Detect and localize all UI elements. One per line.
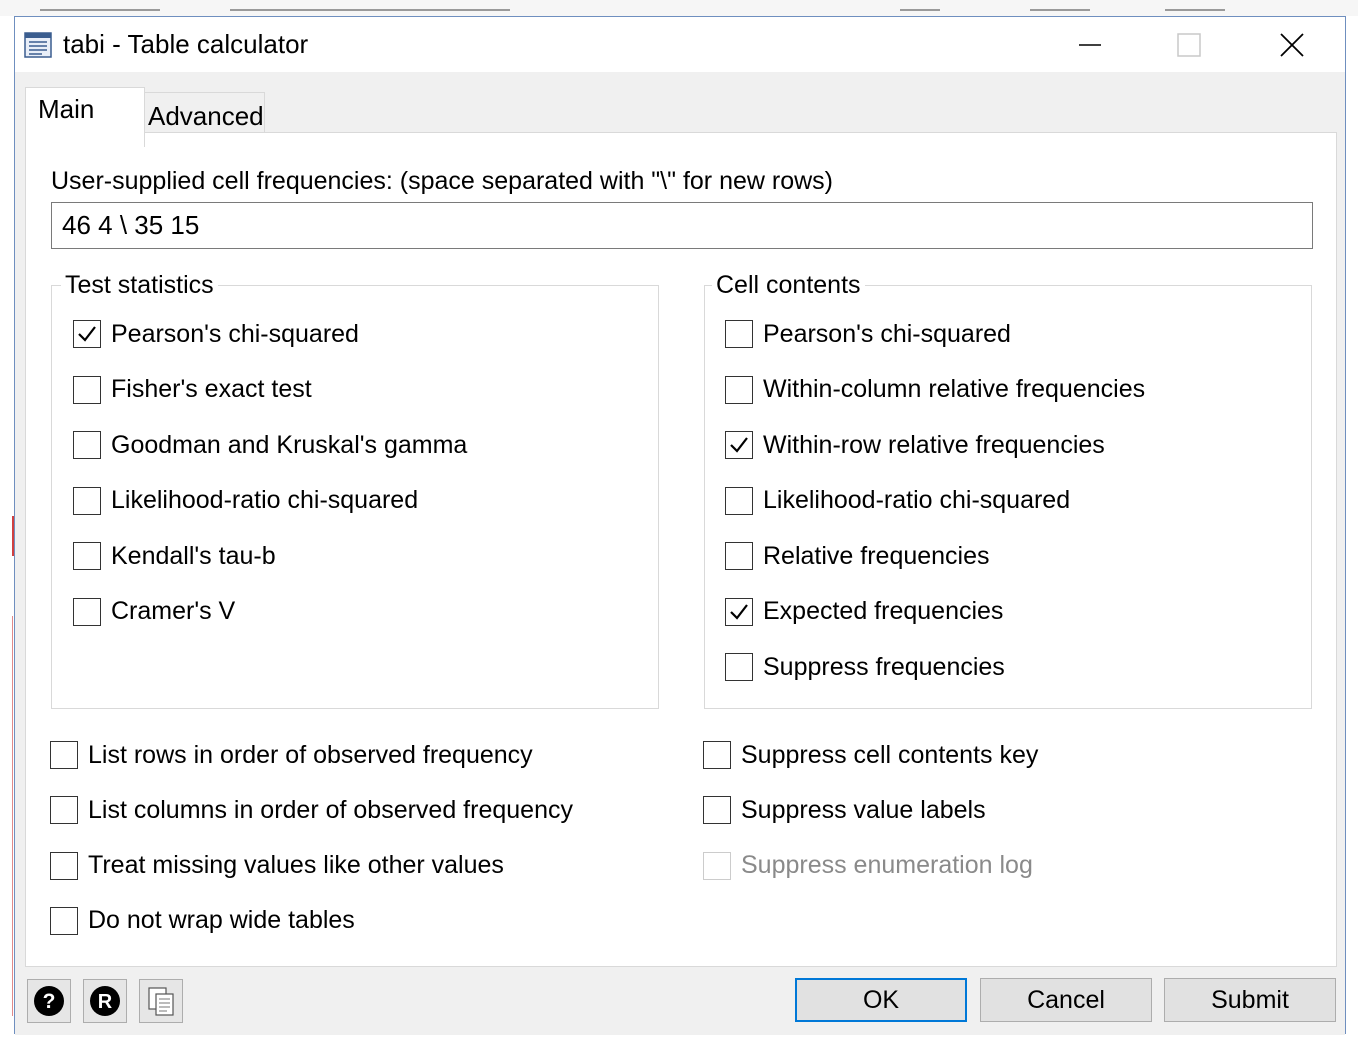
- cell-contents-expected-frequencies-checkbox[interactable]: Expected frequencies: [725, 595, 1003, 629]
- help-button[interactable]: ?: [27, 979, 71, 1023]
- option-list-columns-in-order-of-observed-frequency-checkbox[interactable]: List columns in order of observed freque…: [50, 793, 573, 827]
- checkmark-icon: [730, 603, 748, 620]
- cell-contents-within-column-relative-frequencies-checkbox[interactable]: Within-column relative frequencies: [725, 373, 1145, 407]
- option-list-rows-in-order-of-observed-frequency-checkbox[interactable]: List rows in order of observed frequency: [50, 738, 533, 772]
- title-bar: tabi - Table calculator: [15, 17, 1345, 72]
- checkmark-icon: [730, 437, 748, 453]
- tab-advanced[interactable]: Advanced: [135, 92, 265, 137]
- checkbox-label: Suppress frequencies: [763, 652, 1005, 681]
- test-stat-likelihood-ratio-chi-squared-checkbox[interactable]: Likelihood-ratio chi-squared: [73, 484, 418, 518]
- checkbox-box: [725, 597, 753, 626]
- close-icon: [1280, 32, 1304, 57]
- checkbox-box: [73, 431, 101, 459]
- maximize-button[interactable]: [1137, 17, 1241, 72]
- checkbox-box: [50, 906, 78, 935]
- checkbox-box: [73, 542, 101, 570]
- close-button[interactable]: [1240, 17, 1344, 72]
- ok-button[interactable]: OK: [795, 978, 967, 1022]
- test-stat-pearson-s-chi-squared-checkbox[interactable]: Pearson's chi-squared: [73, 317, 359, 351]
- test-stat-cramer-s-v-checkbox[interactable]: Cramer's V: [73, 595, 235, 629]
- checkbox-label: Suppress value labels: [741, 795, 986, 824]
- checkbox-label: Suppress enumeration log: [741, 851, 1033, 880]
- checkbox-box: [703, 796, 731, 825]
- option-suppress-enumeration-log-checkbox: Suppress enumeration log: [703, 849, 1033, 883]
- checkbox-box: [703, 851, 731, 880]
- test-stat-goodman-and-kruskal-s-gamma-checkbox[interactable]: Goodman and Kruskal's gamma: [73, 428, 467, 462]
- svg-text:?: ?: [43, 990, 56, 1013]
- cell-contents-suppress-frequencies-checkbox[interactable]: Suppress frequencies: [725, 650, 1005, 684]
- cell-contents-relative-frequencies-checkbox[interactable]: Relative frequencies: [725, 539, 990, 573]
- checkbox-box: [725, 320, 753, 348]
- checkbox-box: [725, 653, 753, 681]
- checkbox-box: [73, 320, 101, 348]
- checkbox-box: [50, 851, 78, 880]
- copy-icon: [148, 987, 174, 1016]
- checkbox-label: Likelihood-ratio chi-squared: [763, 486, 1071, 514]
- cell-contents-within-row-relative-frequencies-checkbox[interactable]: Within-row relative frequencies: [725, 428, 1105, 462]
- checkbox-label: Likelihood-ratio chi-squared: [111, 486, 419, 514]
- checkbox-box: [73, 597, 101, 626]
- tabi-dialog-window: tabi - Table calculator Main Advanced Us…: [14, 16, 1346, 1035]
- reset-icon: R: [90, 986, 120, 1016]
- option-treat-missing-values-like-other-values-checkbox[interactable]: Treat missing values like other values: [50, 849, 504, 883]
- maximize-icon: [1177, 32, 1201, 57]
- test-statistics-title: Test statistics: [61, 271, 218, 300]
- checkbox-label: Goodman and Kruskal's gamma: [111, 430, 468, 459]
- cell-frequencies-input[interactable]: [51, 202, 1313, 249]
- background-app-strip: [0, 0, 1358, 16]
- option-do-not-wrap-wide-tables-checkbox[interactable]: Do not wrap wide tables: [50, 904, 355, 938]
- svg-text:R: R: [98, 991, 113, 1013]
- checkbox-box: [50, 796, 78, 825]
- checkbox-box: [725, 542, 753, 570]
- checkbox-label: Cramer's V: [111, 597, 236, 625]
- background-app-edge: [0, 16, 14, 1044]
- checkmark-icon: [78, 326, 96, 342]
- checkbox-label: List columns in order of observed freque…: [88, 795, 573, 824]
- table-app-icon: [24, 32, 52, 58]
- test-stat-fisher-s-exact-test-checkbox[interactable]: Fisher's exact test: [73, 373, 312, 407]
- checkbox-label: Kendall's tau-b: [111, 541, 276, 570]
- window-title: tabi - Table calculator: [63, 29, 309, 59]
- tab-main[interactable]: Main: [25, 87, 145, 147]
- help-icon: ?: [34, 986, 64, 1016]
- checkbox-box: [703, 741, 731, 769]
- option-suppress-value-labels-checkbox[interactable]: Suppress value labels: [703, 793, 986, 827]
- cell-contents-title: Cell contents: [712, 271, 865, 300]
- frequencies-label: User-supplied cell frequencies: (space s…: [51, 167, 833, 195]
- checkbox-box: [73, 486, 101, 515]
- copy-command-button[interactable]: [139, 979, 183, 1023]
- checkbox-label: Pearson's chi-squared: [111, 319, 359, 348]
- checkbox-box: [73, 375, 101, 404]
- test-stat-kendall-s-tau-b-checkbox[interactable]: Kendall's tau-b: [73, 539, 276, 573]
- option-suppress-cell-contents-key-checkbox[interactable]: Suppress cell contents key: [703, 738, 1038, 772]
- checkbox-label: Expected frequencies: [763, 597, 1004, 625]
- reset-button[interactable]: R: [83, 979, 127, 1023]
- cell-contents-likelihood-ratio-chi-squared-checkbox[interactable]: Likelihood-ratio chi-squared: [725, 484, 1070, 518]
- checkbox-box: [50, 741, 78, 769]
- checkbox-label: Relative frequencies: [763, 541, 990, 570]
- checkbox-label: Pearson's chi-squared: [763, 319, 1011, 348]
- checkbox-box: [725, 486, 753, 515]
- checkbox-label: Within-row relative frequencies: [763, 430, 1105, 459]
- checkbox-box: [725, 375, 753, 404]
- checkbox-label: Do not wrap wide tables: [88, 906, 355, 935]
- minimize-button[interactable]: [1038, 17, 1142, 72]
- cancel-button[interactable]: Cancel: [980, 978, 1152, 1022]
- cell-contents-pearson-s-chi-squared-checkbox[interactable]: Pearson's chi-squared: [725, 317, 1011, 351]
- minimize-icon: [1079, 43, 1101, 46]
- checkbox-label: Fisher's exact test: [111, 375, 312, 403]
- checkbox-label: Suppress cell contents key: [741, 740, 1039, 769]
- checkbox-label: Treat missing values like other values: [88, 851, 504, 880]
- checkbox-box: [725, 431, 753, 459]
- checkbox-label: List rows in order of observed frequency: [88, 740, 533, 769]
- checkbox-label: Within-column relative frequencies: [763, 375, 1146, 403]
- submit-button[interactable]: Submit: [1164, 978, 1336, 1022]
